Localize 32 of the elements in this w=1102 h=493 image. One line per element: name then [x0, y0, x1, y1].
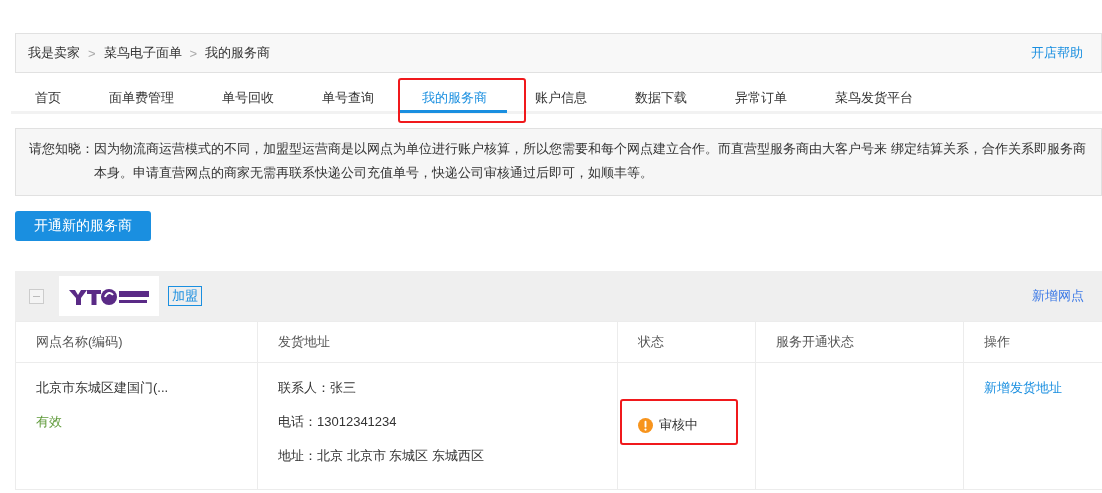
nav-tab[interactable]: 数据下载	[611, 84, 711, 111]
nav-tab[interactable]: 异常订单	[711, 84, 811, 111]
nav-tab[interactable]: 首页	[11, 84, 85, 111]
column-header: 操作	[963, 321, 1102, 363]
nav-tab[interactable]: 我的服务商	[398, 84, 511, 111]
add-address-link[interactable]: 新增发货地址	[984, 380, 1062, 395]
nav-tab[interactable]: 面单费管理	[85, 84, 198, 111]
warning-icon	[638, 417, 653, 433]
nav-tab[interactable]: 单号回收	[198, 84, 298, 111]
breadcrumb-separator: >	[88, 45, 96, 61]
breadcrumb-item[interactable]: 我的服务商	[205, 44, 271, 62]
breadcrumb-separator: >	[189, 45, 198, 61]
add-outlet-link[interactable]: 新增网点	[1032, 287, 1084, 305]
nav-tab[interactable]: 账户信息	[511, 84, 611, 111]
status-text: 审核中	[659, 416, 698, 434]
notice-label: 请您知晓：	[29, 140, 94, 158]
column-header: 发货地址	[257, 321, 618, 363]
address-line: 电话：13012341234	[278, 413, 398, 431]
nav-tab[interactable]: 菜鸟发货平台	[811, 84, 937, 111]
collapse-toggle[interactable]	[29, 288, 44, 304]
outlet-name: 北京市东城区建国门(...	[36, 379, 170, 397]
nav-tab[interactable]: 单号查询	[298, 84, 398, 111]
column-header: 网点名称(编码)	[15, 321, 258, 363]
breadcrumb-item[interactable]: 菜鸟电子面单	[103, 44, 182, 62]
notice-text: 因为物流商运营模式的不同，加盟型运营商是以网点为单位进行账户核算，所以您需要和每个网点建立合作。而直营型服务商由大客户号来 绑定结算关系，合作关系即服务商本身。申请直营网点的商家无需再联系快递公司充值单号，快递公司审核通过后即可，如顺丰等。	[94, 140, 1087, 182]
address-line: 地址：北京 北京市 东城区 东城西区	[278, 447, 485, 465]
breadcrumb-item[interactable]: 我是卖家	[28, 44, 80, 62]
column-header: 服务开通状态	[755, 321, 964, 363]
type-tag: 加盟	[168, 286, 202, 306]
address-line: 联系人：张三	[278, 379, 357, 397]
column-header: 状态	[617, 321, 756, 363]
validity-text: 有效	[36, 413, 63, 431]
